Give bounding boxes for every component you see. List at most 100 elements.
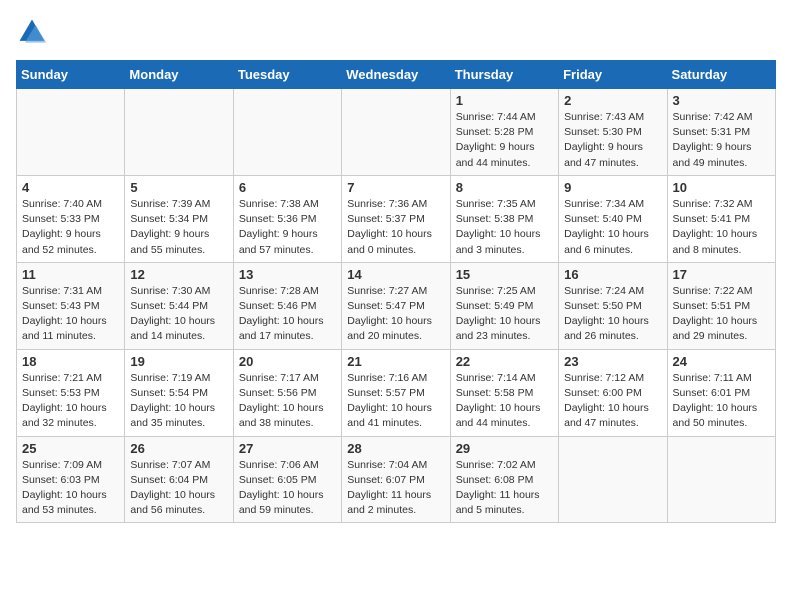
cell-info: Sunrise: 7:22 AM Sunset: 5:51 PM Dayligh… bbox=[673, 284, 770, 345]
calendar-week-1: 1 Sunrise: 7:44 AM Sunset: 5:28 PM Daylig… bbox=[17, 89, 776, 176]
cell-info: Sunrise: 7:28 AM Sunset: 5:46 PM Dayligh… bbox=[239, 284, 336, 345]
day-number: 28 bbox=[347, 441, 444, 456]
calendar-cell: 27 Sunrise: 7:06 AM Sunset: 6:05 PM Dayli… bbox=[233, 436, 341, 523]
cell-info: Sunrise: 7:43 AM Sunset: 5:30 PM Dayligh… bbox=[564, 110, 661, 171]
day-number: 12 bbox=[130, 267, 227, 282]
cell-info: Sunrise: 7:30 AM Sunset: 5:44 PM Dayligh… bbox=[130, 284, 227, 345]
day-number: 26 bbox=[130, 441, 227, 456]
cell-info: Sunrise: 7:44 AM Sunset: 5:28 PM Dayligh… bbox=[456, 110, 553, 171]
calendar-week-5: 25Sunrise: 7:09 AM Sunset: 6:03 PM Dayli… bbox=[17, 436, 776, 523]
calendar-cell: 7 Sunrise: 7:36 AM Sunset: 5:37 PM Daylig… bbox=[342, 175, 450, 262]
calendar-cell: 15 Sunrise: 7:25 AM Sunset: 5:49 PM Dayli… bbox=[450, 262, 558, 349]
calendar-cell: 4 Sunrise: 7:40 AM Sunset: 5:33 PM Daylig… bbox=[17, 175, 125, 262]
calendar-cell: 12 Sunrise: 7:30 AM Sunset: 5:44 PM Dayli… bbox=[125, 262, 233, 349]
day-number: 4 bbox=[22, 180, 119, 195]
day-number: 15 bbox=[456, 267, 553, 282]
day-number: 8 bbox=[456, 180, 553, 195]
calendar-cell bbox=[342, 89, 450, 176]
calendar-cell: 21 Sunrise: 7:16 AM Sunset: 5:57 PM Dayli… bbox=[342, 349, 450, 436]
calendar-header-row: SundayMondayTuesdayWednesdayThursdayFrid… bbox=[17, 61, 776, 89]
cell-info: Sunrise: 7:27 AM Sunset: 5:47 PM Dayligh… bbox=[347, 284, 444, 345]
cell-info: Sunrise: 7:06 AM Sunset: 6:05 PM Dayligh… bbox=[239, 458, 336, 519]
calendar-cell: 13 Sunrise: 7:28 AM Sunset: 5:46 PM Dayli… bbox=[233, 262, 341, 349]
cell-info: Sunrise: 7:21 AM Sunset: 5:53 PM Dayligh… bbox=[22, 371, 119, 432]
day-number: 22 bbox=[456, 354, 553, 369]
day-number: 9 bbox=[564, 180, 661, 195]
calendar-cell: 25Sunrise: 7:09 AM Sunset: 6:03 PM Dayli… bbox=[17, 436, 125, 523]
cell-info: Sunrise: 7:38 AM Sunset: 5:36 PM Dayligh… bbox=[239, 197, 336, 258]
calendar-cell: 16Sunrise: 7:24 AM Sunset: 5:50 PM Dayli… bbox=[559, 262, 667, 349]
calendar-cell bbox=[559, 436, 667, 523]
cell-info: Sunrise: 7:11 AM Sunset: 6:01 PM Dayligh… bbox=[673, 371, 770, 432]
cell-info: Sunrise: 7:34 AM Sunset: 5:40 PM Dayligh… bbox=[564, 197, 661, 258]
cell-info: Sunrise: 7:19 AM Sunset: 5:54 PM Dayligh… bbox=[130, 371, 227, 432]
day-number: 6 bbox=[239, 180, 336, 195]
day-number: 10 bbox=[673, 180, 770, 195]
header-saturday: Saturday bbox=[667, 61, 775, 89]
cell-info: Sunrise: 7:36 AM Sunset: 5:37 PM Dayligh… bbox=[347, 197, 444, 258]
header-friday: Friday bbox=[559, 61, 667, 89]
day-number: 21 bbox=[347, 354, 444, 369]
calendar-cell: 17 Sunrise: 7:22 AM Sunset: 5:51 PM Dayli… bbox=[667, 262, 775, 349]
day-number: 13 bbox=[239, 267, 336, 282]
day-number: 27 bbox=[239, 441, 336, 456]
cell-info: Sunrise: 7:31 AM Sunset: 5:43 PM Dayligh… bbox=[22, 284, 119, 345]
calendar-cell: 3 Sunrise: 7:42 AM Sunset: 5:31 PM Daylig… bbox=[667, 89, 775, 176]
day-number: 19 bbox=[130, 354, 227, 369]
cell-info: Sunrise: 7:32 AM Sunset: 5:41 PM Dayligh… bbox=[673, 197, 770, 258]
page-header bbox=[16, 16, 776, 48]
cell-info: Sunrise: 7:42 AM Sunset: 5:31 PM Dayligh… bbox=[673, 110, 770, 171]
header-sunday: Sunday bbox=[17, 61, 125, 89]
day-number: 25 bbox=[22, 441, 119, 456]
day-number: 17 bbox=[673, 267, 770, 282]
cell-info: Sunrise: 7:40 AM Sunset: 5:33 PM Dayligh… bbox=[22, 197, 119, 258]
header-monday: Monday bbox=[125, 61, 233, 89]
logo bbox=[16, 16, 52, 48]
cell-info: Sunrise: 7:04 AM Sunset: 6:07 PM Dayligh… bbox=[347, 458, 444, 519]
calendar-cell: 23 Sunrise: 7:12 AM Sunset: 6:00 PM Dayli… bbox=[559, 349, 667, 436]
day-number: 20 bbox=[239, 354, 336, 369]
calendar-cell: 28 Sunrise: 7:04 AM Sunset: 6:07 PM Dayli… bbox=[342, 436, 450, 523]
header-wednesday: Wednesday bbox=[342, 61, 450, 89]
calendar-cell: 26 Sunrise: 7:07 AM Sunset: 6:04 PM Dayli… bbox=[125, 436, 233, 523]
day-number: 16 bbox=[564, 267, 661, 282]
header-thursday: Thursday bbox=[450, 61, 558, 89]
calendar-week-2: 4 Sunrise: 7:40 AM Sunset: 5:33 PM Daylig… bbox=[17, 175, 776, 262]
cell-info: Sunrise: 7:39 AM Sunset: 5:34 PM Dayligh… bbox=[130, 197, 227, 258]
cell-info: Sunrise: 7:35 AM Sunset: 5:38 PM Dayligh… bbox=[456, 197, 553, 258]
day-number: 7 bbox=[347, 180, 444, 195]
calendar-cell: 29 Sunrise: 7:02 AM Sunset: 6:08 PM Dayli… bbox=[450, 436, 558, 523]
cell-info: Sunrise: 7:14 AM Sunset: 5:58 PM Dayligh… bbox=[456, 371, 553, 432]
calendar-cell: 11 Sunrise: 7:31 AM Sunset: 5:43 PM Dayli… bbox=[17, 262, 125, 349]
calendar-cell: 10 Sunrise: 7:32 AM Sunset: 5:41 PM Dayli… bbox=[667, 175, 775, 262]
calendar-table: SundayMondayTuesdayWednesdayThursdayFrid… bbox=[16, 60, 776, 523]
calendar-cell bbox=[233, 89, 341, 176]
day-number: 2 bbox=[564, 93, 661, 108]
day-number: 3 bbox=[673, 93, 770, 108]
cell-info: Sunrise: 7:02 AM Sunset: 6:08 PM Dayligh… bbox=[456, 458, 553, 519]
calendar-cell: 1 Sunrise: 7:44 AM Sunset: 5:28 PM Daylig… bbox=[450, 89, 558, 176]
calendar-cell: 18 Sunrise: 7:21 AM Sunset: 5:53 PM Dayli… bbox=[17, 349, 125, 436]
calendar-cell: 19 Sunrise: 7:19 AM Sunset: 5:54 PM Dayli… bbox=[125, 349, 233, 436]
cell-info: Sunrise: 7:07 AM Sunset: 6:04 PM Dayligh… bbox=[130, 458, 227, 519]
day-number: 11 bbox=[22, 267, 119, 282]
calendar-cell: 8 Sunrise: 7:35 AM Sunset: 5:38 PM Daylig… bbox=[450, 175, 558, 262]
calendar-cell: 5 Sunrise: 7:39 AM Sunset: 5:34 PM Daylig… bbox=[125, 175, 233, 262]
calendar-week-4: 18 Sunrise: 7:21 AM Sunset: 5:53 PM Dayli… bbox=[17, 349, 776, 436]
calendar-cell: 24Sunrise: 7:11 AM Sunset: 6:01 PM Dayli… bbox=[667, 349, 775, 436]
cell-info: Sunrise: 7:12 AM Sunset: 6:00 PM Dayligh… bbox=[564, 371, 661, 432]
day-number: 18 bbox=[22, 354, 119, 369]
day-number: 23 bbox=[564, 354, 661, 369]
header-tuesday: Tuesday bbox=[233, 61, 341, 89]
calendar-cell: 14Sunrise: 7:27 AM Sunset: 5:47 PM Dayli… bbox=[342, 262, 450, 349]
day-number: 29 bbox=[456, 441, 553, 456]
cell-info: Sunrise: 7:25 AM Sunset: 5:49 PM Dayligh… bbox=[456, 284, 553, 345]
cell-info: Sunrise: 7:16 AM Sunset: 5:57 PM Dayligh… bbox=[347, 371, 444, 432]
calendar-cell: 22 Sunrise: 7:14 AM Sunset: 5:58 PM Dayli… bbox=[450, 349, 558, 436]
day-number: 1 bbox=[456, 93, 553, 108]
calendar-cell bbox=[125, 89, 233, 176]
calendar-cell: 20 Sunrise: 7:17 AM Sunset: 5:56 PM Dayli… bbox=[233, 349, 341, 436]
day-number: 5 bbox=[130, 180, 227, 195]
cell-info: Sunrise: 7:17 AM Sunset: 5:56 PM Dayligh… bbox=[239, 371, 336, 432]
logo-icon bbox=[16, 16, 48, 48]
